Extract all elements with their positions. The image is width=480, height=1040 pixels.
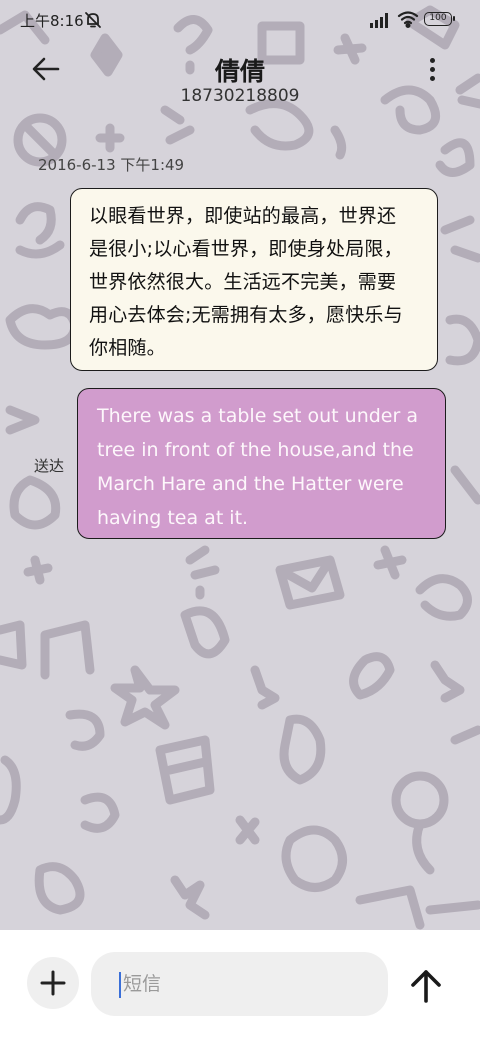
- message-line: There was a table set out under a: [97, 405, 418, 427]
- arrow-up-icon[interactable]: [406, 967, 446, 1005]
- contact-name: 倩倩: [214, 57, 265, 86]
- text-caret: [119, 972, 121, 998]
- message-line: 以眼看世界，即使站的最高，世界还: [89, 205, 397, 227]
- status-time: 上午8:16: [20, 12, 84, 30]
- more-vertical-icon[interactable]: [422, 58, 442, 84]
- conversation-header: 倩倩 18730218809: [0, 40, 480, 120]
- plus-icon: [40, 970, 66, 996]
- message-line: tree in front of the house,and the: [97, 439, 414, 461]
- status-bar: 上午8:16 100: [0, 0, 480, 40]
- message-line: 世界依然很大。生活远不完美，需要: [89, 271, 397, 293]
- contact-phone: 18730218809: [180, 86, 300, 106]
- message-line: March Hare and the Hatter were: [97, 473, 404, 495]
- wifi-icon: [397, 11, 419, 28]
- incoming-message-bubble[interactable]: 以眼看世界，即使站的最高，世界还 是很小;以心看世界，即使身处局限， 世界依然很…: [70, 188, 438, 371]
- message-line: 用心去体会;无需拥有太多，愿快乐与: [89, 304, 403, 326]
- message-line: having tea at it.: [97, 507, 249, 529]
- message-composer: 短信: [0, 930, 480, 1040]
- message-timestamp: 2016-6-13 下午1:49: [38, 156, 185, 174]
- battery-indicator: 100: [424, 12, 455, 26]
- message-line: 是很小;以心看世界，即使身处局限，: [89, 238, 403, 260]
- bell-off-icon: [85, 12, 101, 28]
- signal-icon: [370, 13, 388, 28]
- input-placeholder: 短信: [123, 973, 162, 995]
- add-attachment-button[interactable]: [27, 957, 79, 1009]
- message-line: 你相随。: [89, 337, 166, 359]
- message-input[interactable]: 短信: [91, 952, 388, 1016]
- delivery-status: 送达: [34, 457, 65, 475]
- outgoing-message-bubble[interactable]: There was a table set out under a tree i…: [77, 388, 446, 539]
